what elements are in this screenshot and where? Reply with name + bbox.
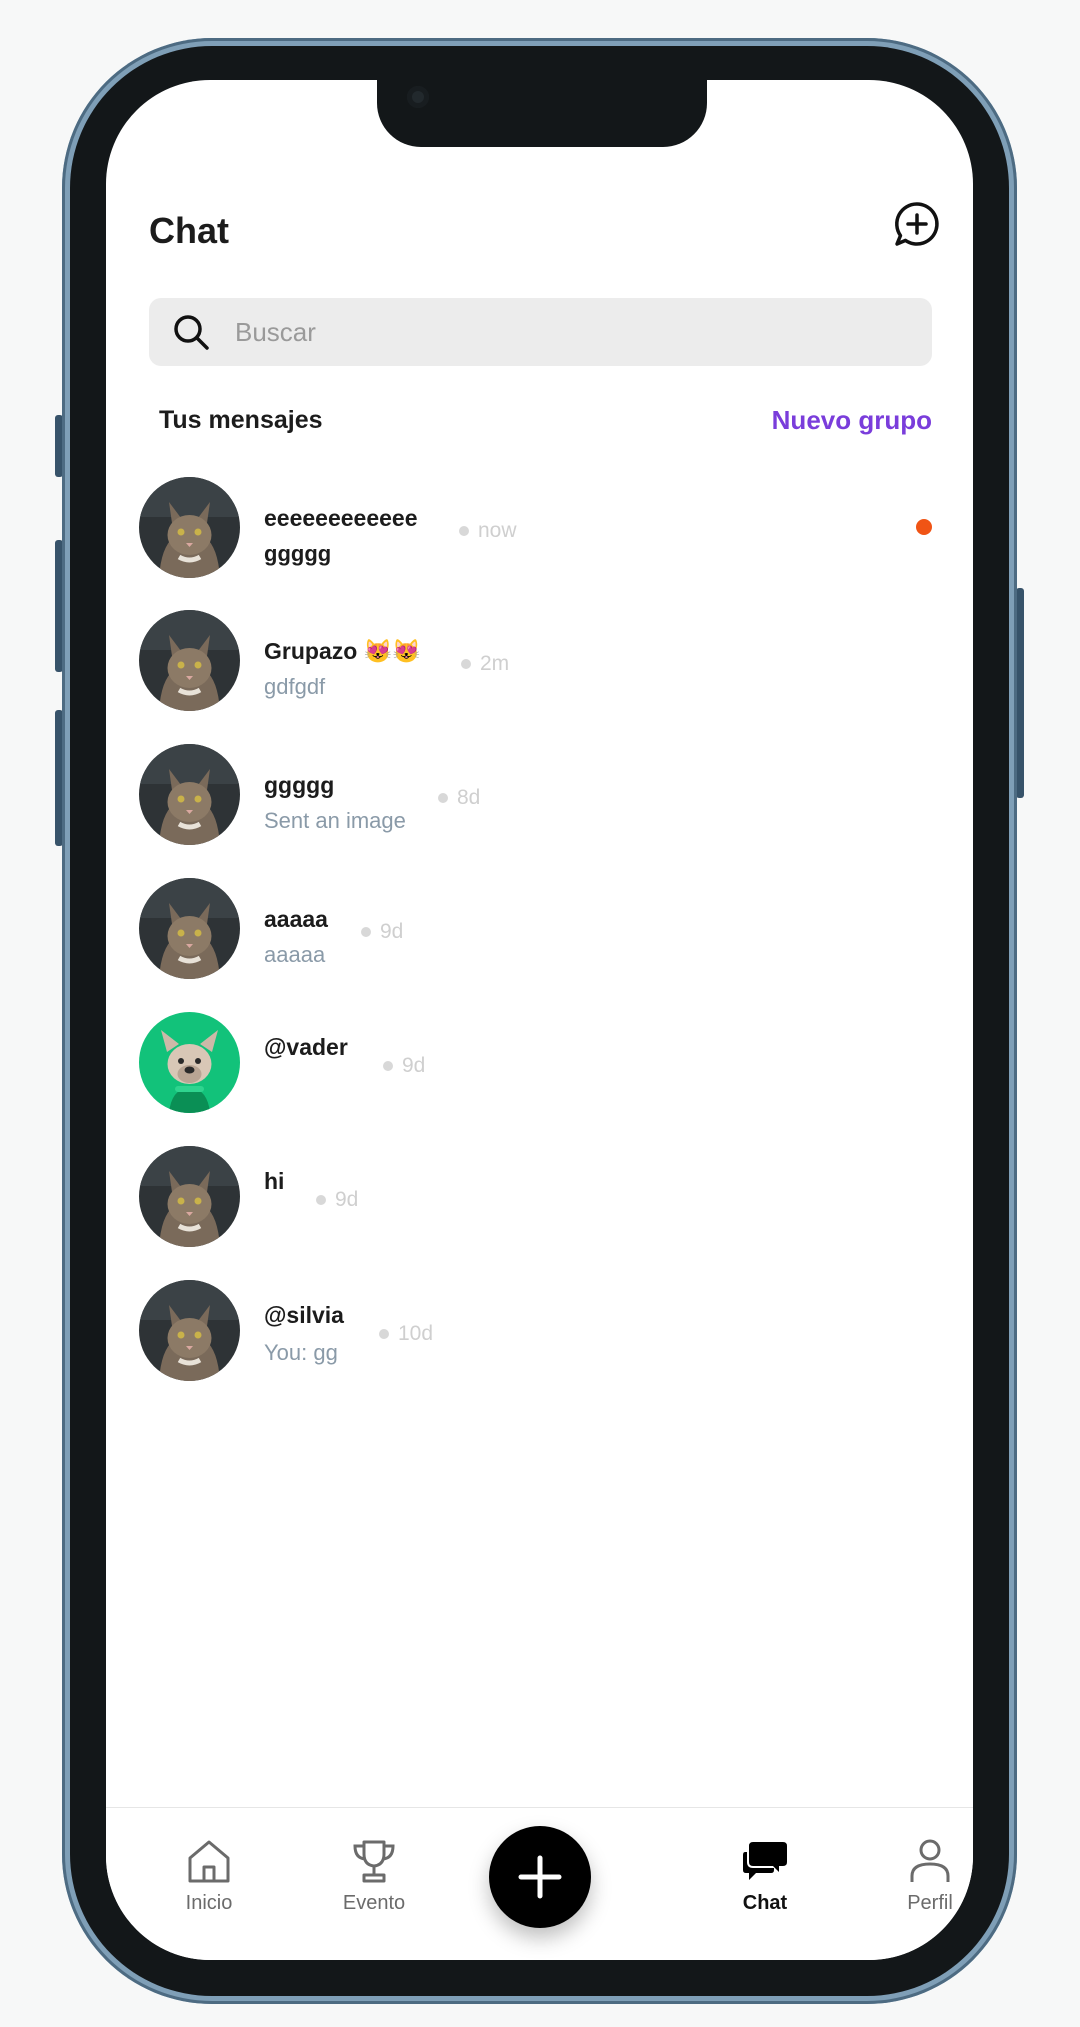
- trophy-icon: [353, 1840, 395, 1883]
- chat-time-text: 8d: [457, 786, 481, 809]
- dog-photo-icon: [139, 1012, 240, 1113]
- home-icon: [188, 1840, 230, 1883]
- chat-time-text: now: [478, 519, 517, 542]
- cat-photo-icon: [139, 477, 240, 578]
- chat-list-item[interactable]: @vader 9d: [139, 1012, 939, 1116]
- nav-item-chat[interactable]: Chat: [705, 1838, 825, 1915]
- cat-photo-icon: [139, 744, 240, 845]
- chat-name: @silvia: [264, 1302, 344, 1328]
- separator-dot: [361, 927, 371, 937]
- new-group-link[interactable]: Nuevo grupo: [772, 405, 932, 436]
- chat-time: 9d: [383, 1054, 425, 1078]
- separator-dot: [459, 526, 469, 536]
- chat-time-text: 9d: [402, 1054, 426, 1077]
- chat-time: 9d: [316, 1188, 358, 1212]
- phone-screen: Chat Tus mensajes Nuevo grupo: [106, 80, 973, 1960]
- cat-avatar: [139, 477, 240, 578]
- chat-preview: You: gg: [264, 1340, 338, 1365]
- cat-photo-icon: [139, 610, 240, 711]
- chat-plus-icon: [895, 202, 939, 246]
- search-icon: [174, 315, 209, 350]
- front-camera: [407, 86, 429, 108]
- notch: [377, 80, 707, 147]
- chat-list-item[interactable]: eeeeeeeeeeee ggggg now: [139, 477, 939, 581]
- chat-time: 10d: [379, 1322, 433, 1346]
- chat-list-item[interactable]: hi 9d: [139, 1146, 939, 1250]
- chat-preview: ggggg: [264, 541, 332, 566]
- power-button: [1016, 588, 1024, 798]
- dog-avatar: [139, 1012, 240, 1113]
- chat-list-item[interactable]: Grupazo 😻😻 gdfgdf 2m: [139, 610, 939, 714]
- cat-photo-icon: [139, 878, 240, 979]
- unread-indicator: [916, 519, 932, 535]
- messages-section-header: Tus mensajes Nuevo grupo: [159, 400, 932, 440]
- chat-time-text: 9d: [380, 920, 404, 943]
- chat-time-text: 2m: [480, 652, 510, 675]
- search-input[interactable]: [233, 315, 887, 349]
- chat-name: aaaaa: [264, 906, 328, 932]
- chat-list-item[interactable]: ggggg Sent an image 8d: [139, 744, 939, 848]
- chat-preview: gdfgdf: [264, 674, 326, 699]
- nav-item-perfil[interactable]: Perfil: [870, 1838, 973, 1915]
- separator-dot: [461, 659, 471, 669]
- chat-bubbles-icon: [743, 1842, 787, 1880]
- nav-label: Chat: [742, 1892, 788, 1914]
- chat-list-item[interactable]: aaaaa aaaaa 9d: [139, 878, 939, 982]
- chat-preview: Sent an image: [264, 808, 406, 833]
- nav-label: Perfil: [907, 1892, 953, 1914]
- chat-time: now: [459, 519, 517, 543]
- separator-dot: [316, 1195, 326, 1205]
- person-icon: [910, 1839, 950, 1882]
- chat-name: @vader: [264, 1034, 348, 1060]
- chat-time-text: 9d: [335, 1188, 359, 1211]
- cat-avatar: [139, 610, 240, 711]
- separator-dot: [383, 1061, 393, 1071]
- new-chat-button[interactable]: [893, 200, 941, 248]
- bottom-navigation: Inicio Evento Chat Perfil: [106, 1807, 973, 1960]
- nav-label: Inicio: [185, 1892, 233, 1914]
- page-title: Chat: [149, 210, 229, 251]
- cat-photo-icon: [139, 1146, 240, 1247]
- chat-name: hi: [264, 1168, 285, 1194]
- chat-time: 2m: [461, 652, 509, 676]
- create-button[interactable]: [489, 1826, 591, 1928]
- plus-icon: [518, 1855, 562, 1899]
- search-bar[interactable]: [149, 298, 932, 366]
- cat-avatar: [139, 1280, 240, 1381]
- section-label: Tus mensajes: [159, 405, 323, 434]
- nav-item-evento[interactable]: Evento: [314, 1838, 434, 1915]
- chat-name: eeeeeeeeeeee: [264, 505, 418, 531]
- cat-photo-icon: [139, 1280, 240, 1381]
- chat-name: Grupazo 😻😻: [264, 638, 421, 664]
- cat-avatar: [139, 878, 240, 979]
- separator-dot: [438, 793, 448, 803]
- nav-item-inicio[interactable]: Inicio: [149, 1838, 269, 1915]
- chat-list-item[interactable]: @silvia You: gg 10d: [139, 1280, 939, 1384]
- chat-time: 9d: [361, 920, 403, 944]
- chat-preview: aaaaa: [264, 942, 326, 967]
- cat-avatar: [139, 1146, 240, 1247]
- separator-dot: [379, 1329, 389, 1339]
- chat-name: ggggg: [264, 772, 335, 798]
- chat-time-text: 10d: [398, 1322, 434, 1345]
- nav-label: Evento: [342, 1892, 406, 1914]
- cat-avatar: [139, 744, 240, 845]
- chat-time: 8d: [438, 786, 480, 810]
